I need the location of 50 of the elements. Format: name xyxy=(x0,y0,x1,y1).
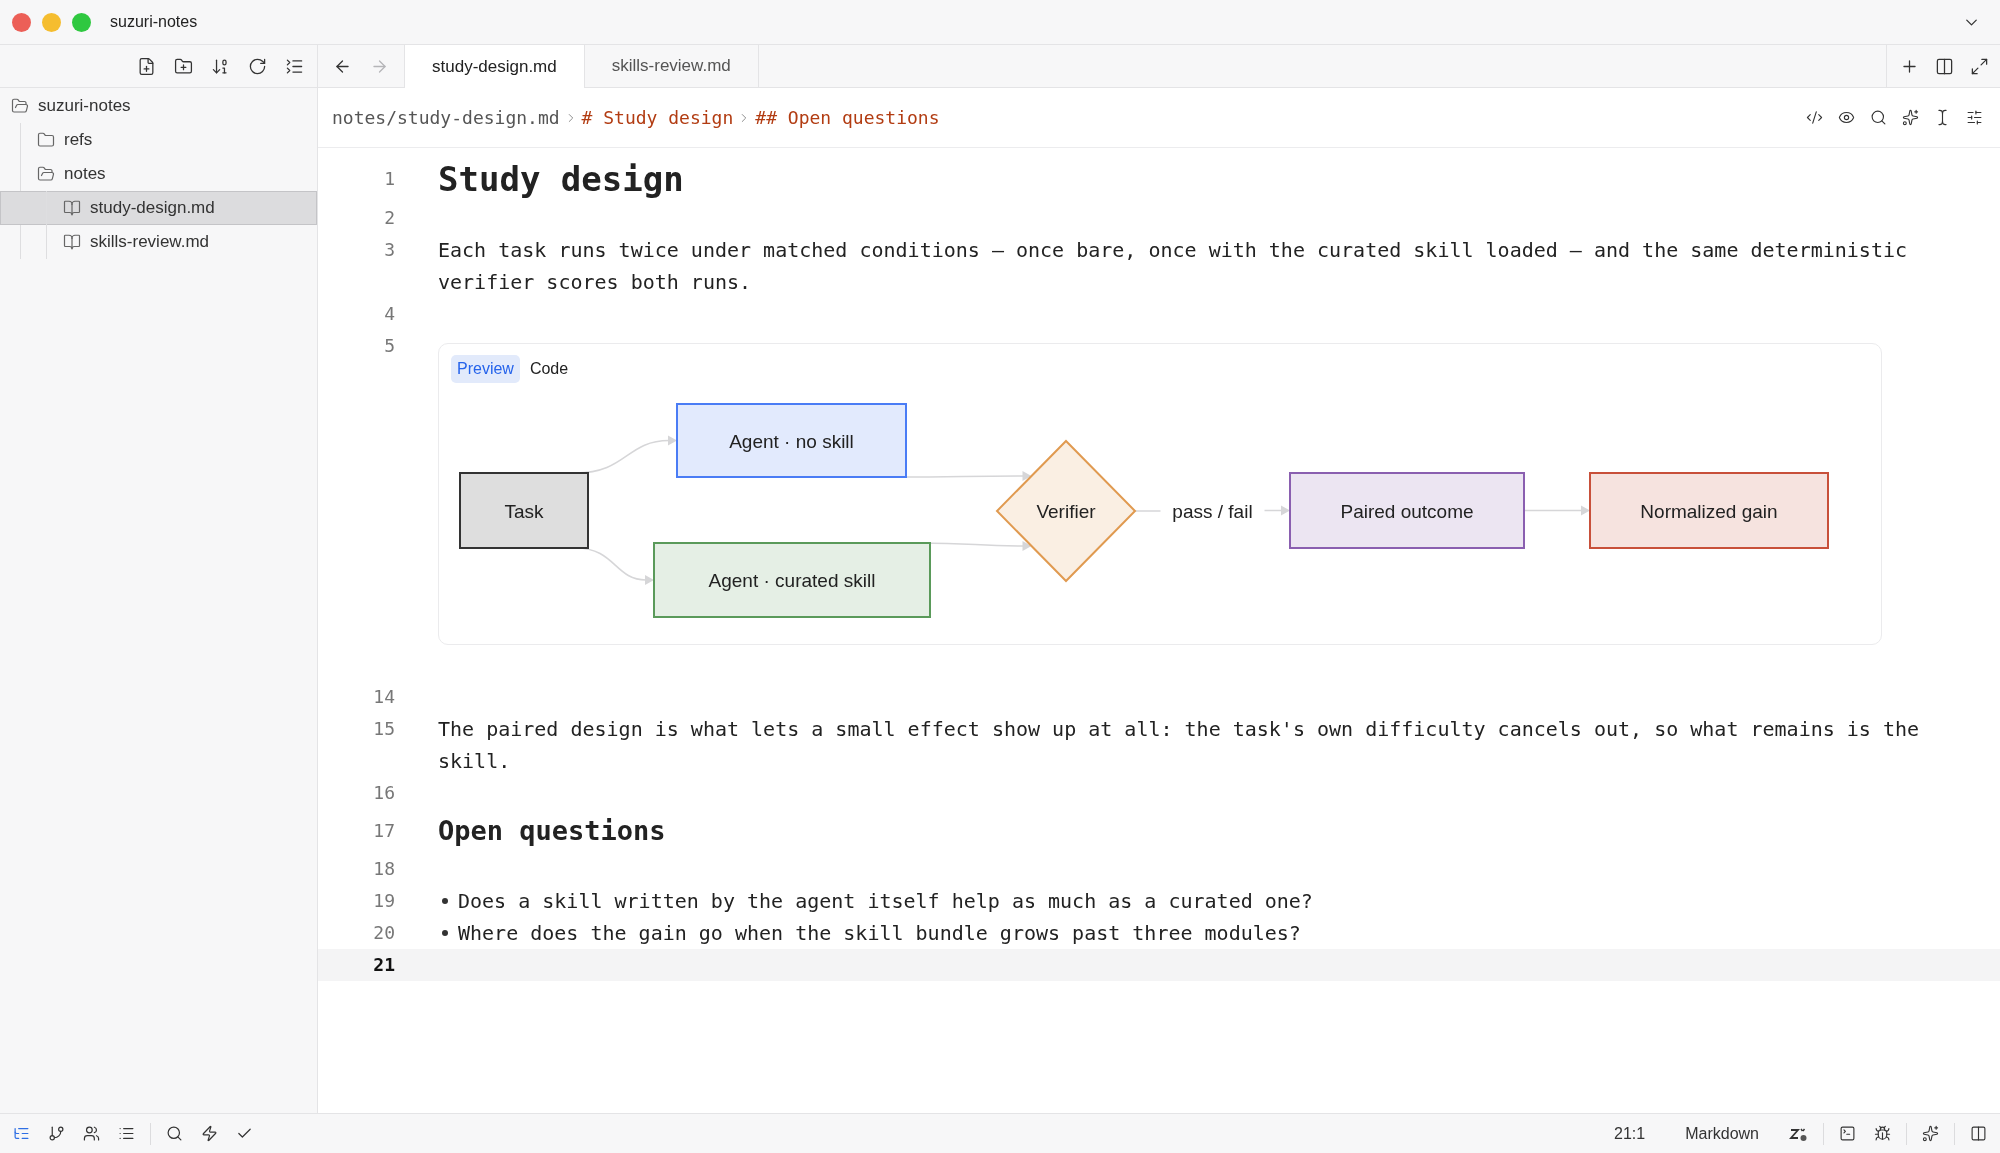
close-button[interactable] xyxy=(12,12,31,32)
book-icon xyxy=(63,233,81,251)
tree-item[interactable]: suzuri-notes xyxy=(0,89,317,123)
paragraph: Each task runs twice under matched conditions — once bare, once with the curated skill loaded — and the same deterministic verifier scores both runs. xyxy=(438,237,1908,296)
line-number: 4 xyxy=(383,302,395,326)
process-node: Normalized gain xyxy=(1589,472,1829,549)
process-node: Paired outcome xyxy=(1289,472,1525,549)
line-number: 1 xyxy=(383,167,395,191)
decision-node: Verifier xyxy=(995,439,1137,583)
file-tab[interactable]: skills-review.md xyxy=(584,45,759,87)
folder-icon xyxy=(37,165,55,183)
line-number: 21 xyxy=(372,953,395,977)
line-number: 14 xyxy=(372,685,395,709)
line-number: 16 xyxy=(372,781,395,805)
window-title: suzuri-notes xyxy=(110,13,199,31)
book-icon xyxy=(63,199,81,217)
bullet-icon xyxy=(442,930,448,936)
process-node: Agent · no skill xyxy=(676,403,907,478)
paragraph: The paired design is what lets a small effect show up at all: the task's own difficulty cancels out, so what remains is the skill. xyxy=(438,716,1921,775)
breadcrumb-item[interactable]: notes/study-design.md xyxy=(332,107,560,128)
line-number: 17 xyxy=(372,819,395,843)
edge-label: pass / fail xyxy=(1172,501,1253,522)
bullet-icon xyxy=(442,898,448,904)
tree-item[interactable]: notes xyxy=(0,157,317,191)
line-number: 5 xyxy=(383,334,395,358)
line-number: 18 xyxy=(372,857,395,881)
folder-icon xyxy=(37,131,55,149)
line-number: 3 xyxy=(383,238,395,262)
cursor-position[interactable]: 21:1 xyxy=(1614,1124,1646,1143)
list-item: Does a skill written by the agent itself help as much as a curated one? xyxy=(458,888,1313,915)
line-number: 2 xyxy=(383,206,395,230)
line-number: 19 xyxy=(372,889,395,913)
breadcrumb-item[interactable]: ## Open questions xyxy=(755,107,940,128)
list-item: Where does the gain go when the skill bundle grows past three modules? xyxy=(458,920,1301,947)
tree-item[interactable]: refs xyxy=(0,123,317,157)
process-node: Task xyxy=(459,472,589,549)
edge-arrow xyxy=(1523,505,1590,516)
breadcrumb-item[interactable]: # Study design xyxy=(581,107,734,128)
view-tab[interactable]: Code xyxy=(523,355,575,383)
line-number: 20 xyxy=(372,921,395,945)
tree-item[interactable]: skills-review.md xyxy=(0,225,317,259)
heading: Study design xyxy=(438,158,685,201)
line-number: 15 xyxy=(372,717,395,741)
file-tab[interactable]: study-design.md xyxy=(404,45,585,88)
language-mode[interactable]: Markdown xyxy=(1685,1124,1759,1143)
process-node: Agent · curated skill xyxy=(653,542,931,618)
view-tab[interactable]: Preview xyxy=(451,355,520,383)
folder-icon xyxy=(11,97,29,115)
heading: Open questions xyxy=(438,814,667,848)
tree-item[interactable]: study-design.md xyxy=(0,191,317,225)
